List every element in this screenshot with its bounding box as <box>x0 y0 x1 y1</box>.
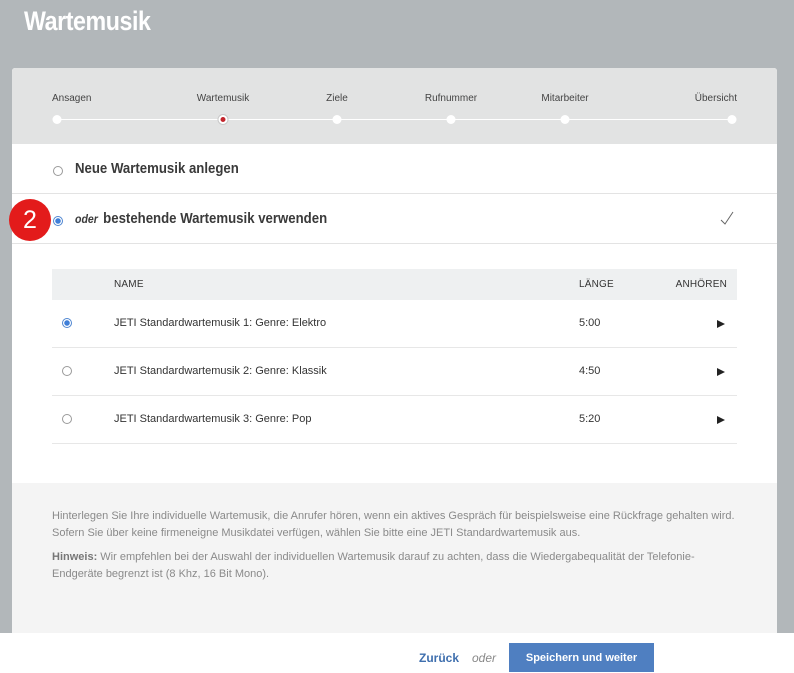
row-length: 4:50 <box>579 365 601 377</box>
existing-music-text: bestehende Wartemusik verwenden <box>103 210 328 227</box>
existing-music-label[interactable]: oder bestehende Wartemusik verwenden <box>75 210 327 227</box>
info-section: Hinterlegen Sie Ihre individuelle Wartem… <box>12 483 777 638</box>
option-new-music[interactable]: Neue Wartemusik anlegen <box>12 144 777 194</box>
save-and-continue-button[interactable]: Speichern und weiter <box>509 643 654 672</box>
row-name: JETI Standardwartemusik 2: Genre: Klassi… <box>114 365 327 377</box>
step-label-wartemusik[interactable]: Wartemusik <box>197 93 249 104</box>
step-label-ziele[interactable]: Ziele <box>326 93 348 104</box>
existing-music-radio[interactable] <box>53 216 63 226</box>
play-icon[interactable] <box>717 416 725 424</box>
or-text: oder <box>472 651 497 665</box>
step-dot-mitarbeiter[interactable] <box>560 115 570 124</box>
row-radio[interactable] <box>62 366 72 376</box>
table-row[interactable]: JETI Standardwartemusik 1: Genre: Elektr… <box>52 300 737 348</box>
table-row[interactable]: JETI Standardwartemusik 3: Genre: Pop 5:… <box>52 396 737 444</box>
back-link[interactable]: Zurück <box>419 651 459 665</box>
footer-bar: Zurück oder Speichern und weiter <box>0 633 794 673</box>
play-icon[interactable] <box>717 320 725 328</box>
table-header: NAME LÄNGE ANHÖREN <box>52 269 737 300</box>
header-name: NAME <box>114 279 144 290</box>
new-music-label[interactable]: Neue Wartemusik anlegen <box>75 160 239 177</box>
row-length: 5:20 <box>579 413 601 425</box>
table-row[interactable]: JETI Standardwartemusik 2: Genre: Klassi… <box>52 348 737 396</box>
new-music-radio[interactable] <box>53 166 63 176</box>
step-label-mitarbeiter[interactable]: Mitarbeiter <box>541 93 588 104</box>
step-dot-ansagen[interactable] <box>52 115 62 124</box>
step-dot-uebersicht[interactable] <box>727 115 737 124</box>
step-number-badge: 2 <box>9 199 51 241</box>
step-dot-rufnummer[interactable] <box>446 115 456 124</box>
info-paragraph: Hinterlegen Sie Ihre individuelle Wartem… <box>52 510 735 539</box>
hint-label: Hinweis: <box>52 551 98 563</box>
row-name: JETI Standardwartemusik 1: Genre: Elektr… <box>114 317 327 329</box>
header-listen: ANHÖREN <box>675 279 727 290</box>
oder-prefix: oder <box>75 212 98 226</box>
checkmark-icon <box>720 211 734 225</box>
row-radio[interactable] <box>62 414 72 424</box>
step-label-ansagen[interactable]: Ansagen <box>52 93 91 104</box>
option-existing-music[interactable]: oder bestehende Wartemusik verwenden <box>12 194 777 244</box>
page-title: Wartemusik <box>24 6 151 36</box>
music-table: NAME LÄNGE ANHÖREN JETI Standardwartemus… <box>52 269 737 444</box>
wizard-card: Ansagen Wartemusik Ziele Rufnummer Mitar… <box>12 68 777 638</box>
hint-paragraph: Hinweis: Wir empfehlen bei der Auswahl d… <box>52 549 737 583</box>
step-dot-wartemusik[interactable] <box>218 115 228 124</box>
play-icon[interactable] <box>717 368 725 376</box>
header-length: LÄNGE <box>579 279 614 290</box>
row-name: JETI Standardwartemusik 3: Genre: Pop <box>114 413 312 425</box>
stepper-line <box>56 119 734 120</box>
row-length: 5:00 <box>579 317 601 329</box>
wizard-stepper: Ansagen Wartemusik Ziele Rufnummer Mitar… <box>12 68 777 144</box>
row-radio[interactable] <box>62 318 72 328</box>
step-label-rufnummer[interactable]: Rufnummer <box>425 93 477 104</box>
step-label-uebersicht[interactable]: Übersicht <box>695 93 737 104</box>
step-dot-ziele[interactable] <box>332 115 342 124</box>
hint-text: Wir empfehlen bei der Auswahl der indivi… <box>52 551 695 580</box>
